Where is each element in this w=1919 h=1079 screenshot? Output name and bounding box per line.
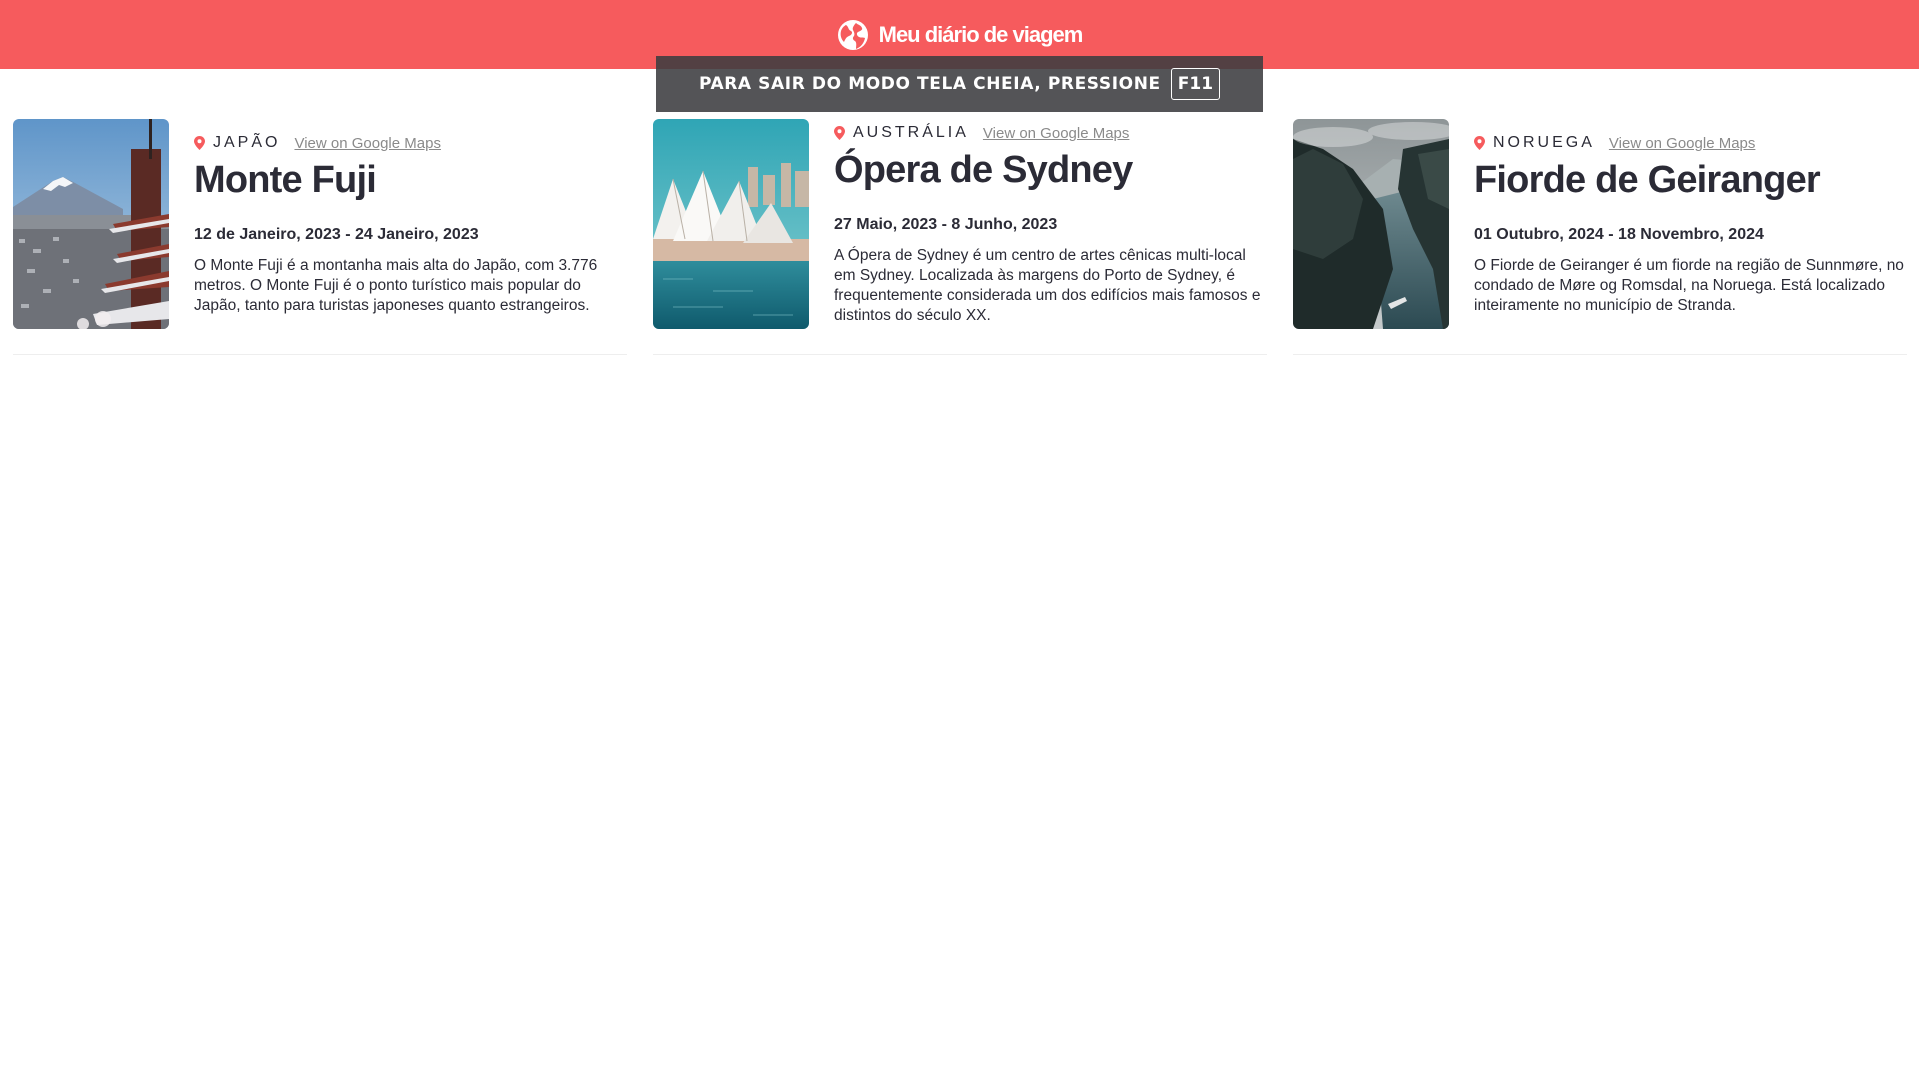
fullscreen-notice-text: PARA SAIR DO MODO TELA CHEIA, PRESSIONE xyxy=(698,74,1161,94)
map-pin-icon xyxy=(194,136,205,150)
globe-icon xyxy=(837,19,868,50)
entry-description: A Ópera de Sydney é um centro de artes c… xyxy=(834,247,1261,324)
google-maps-link[interactable]: View on Google Maps xyxy=(983,125,1129,142)
app-title: Meu diário de viagem xyxy=(878,22,1084,47)
entry-location: AUSTRÁLIA View on Google Maps xyxy=(834,124,1267,142)
map-pin-icon xyxy=(834,126,845,140)
entry-country: JAPÃO xyxy=(213,134,281,151)
entry-location: JAPÃO View on Google Maps xyxy=(194,134,627,152)
entry-dates: 01 Outubro, 2024 - 18 Novembro, 2024 xyxy=(1474,226,1764,243)
entry-image-geiranger xyxy=(1293,119,1449,329)
map-pin-icon xyxy=(1474,136,1485,150)
fullscreen-notice: PARA SAIR DO MODO TELA CHEIA, PRESSIONE … xyxy=(656,56,1263,112)
entry-title: Monte Fuji xyxy=(194,159,377,201)
fullscreen-key-badge: F11 xyxy=(1170,68,1221,100)
entry-description: O Fiorde de Geiranger é um fiorde na reg… xyxy=(1474,257,1904,314)
entry-title: Ópera de Sydney xyxy=(834,149,1133,191)
entry-country: AUSTRÁLIA xyxy=(853,124,969,141)
journal-entry: JAPÃO View on Google Maps Monte Fuji 12 … xyxy=(13,119,627,355)
journal-entry: NORUEGA View on Google Maps Fiorde de Ge… xyxy=(1293,119,1907,355)
journal-entries: JAPÃO View on Google Maps Monte Fuji 12 … xyxy=(13,119,1908,355)
entry-image-sydney xyxy=(653,119,809,329)
google-maps-link[interactable]: View on Google Maps xyxy=(1609,135,1755,152)
entry-location: NORUEGA View on Google Maps xyxy=(1474,134,1907,152)
entry-image-fuji xyxy=(13,119,169,329)
google-maps-link[interactable]: View on Google Maps xyxy=(294,135,440,152)
entry-country: NORUEGA xyxy=(1493,134,1595,151)
entry-dates: 12 de Janeiro, 2023 - 24 Janeiro, 2023 xyxy=(194,226,479,243)
journal-entry: AUSTRÁLIA View on Google Maps Ópera de S… xyxy=(653,119,1267,355)
entry-description: O Monte Fuji é a montanha mais alta do J… xyxy=(194,257,598,314)
entry-title: Fiorde de Geiranger xyxy=(1474,159,1821,201)
entry-dates: 27 Maio, 2023 - 8 Junho, 2023 xyxy=(834,216,1058,233)
